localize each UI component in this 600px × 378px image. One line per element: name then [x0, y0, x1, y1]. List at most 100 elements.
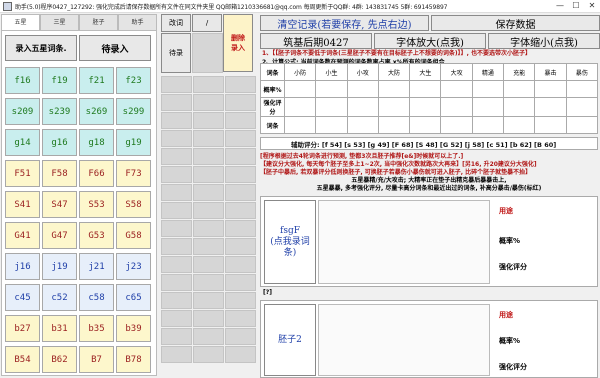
stat-button[interactable]: g14 [5, 129, 40, 156]
stat-button[interactable]: F66 [79, 160, 114, 187]
stat-button[interactable]: b39 [116, 315, 151, 342]
empty-slot[interactable] [225, 94, 256, 111]
stat-button[interactable]: j19 [42, 253, 77, 280]
empty-slot[interactable] [193, 94, 224, 111]
stat-button[interactable]: f23 [116, 67, 151, 94]
tab-three-star[interactable]: 三星 [40, 14, 79, 30]
stat-button[interactable]: s269 [79, 98, 114, 125]
empty-slot[interactable] [225, 256, 256, 273]
empty-slot[interactable] [225, 292, 256, 309]
stat-button[interactable]: g19 [116, 129, 151, 156]
stat-button[interactable]: g16 [42, 129, 77, 156]
stat-button[interactable]: G47 [42, 222, 77, 249]
empty-slot[interactable] [161, 292, 192, 309]
empty-slot[interactable] [193, 238, 224, 255]
stat-button[interactable]: b27 [5, 315, 40, 342]
empty-slot[interactable] [225, 238, 256, 255]
empty-slot[interactable] [193, 220, 224, 237]
empty-slot[interactable] [161, 346, 192, 363]
slash-button[interactable]: / [192, 14, 222, 32]
stat-button[interactable]: j21 [79, 253, 114, 280]
empty-slot[interactable] [161, 76, 192, 93]
empty-slot[interactable] [193, 184, 224, 201]
empty-slot[interactable] [192, 33, 223, 73]
empty-slot[interactable] [161, 112, 192, 129]
stat-button[interactable]: f19 [42, 67, 77, 94]
stat-button[interactable]: B54 [5, 346, 40, 373]
empty-slot[interactable] [225, 220, 256, 237]
stat-button[interactable]: S41 [5, 191, 40, 218]
empty-slot[interactable] [161, 130, 192, 147]
empty-slot[interactable] [161, 94, 192, 111]
clear-records-button[interactable]: 清空记录(若要保存, 先点右边) [260, 15, 429, 31]
stat-button[interactable]: b35 [79, 315, 114, 342]
stat-button[interactable]: F73 [116, 160, 151, 187]
empty-slot[interactable] [225, 76, 256, 93]
zoom-in-button[interactable]: 字体放大(点我) [374, 33, 486, 49]
stat-button[interactable]: G53 [79, 222, 114, 249]
stat-button[interactable]: c52 [42, 284, 77, 311]
empty-slot[interactable] [193, 274, 224, 291]
stat-button[interactable]: S58 [116, 191, 151, 218]
empty-slot[interactable] [161, 148, 192, 165]
empty-slot[interactable] [193, 166, 224, 183]
empty-slot[interactable] [161, 310, 192, 327]
stat-button[interactable]: c58 [79, 284, 114, 311]
empty-slot[interactable] [225, 274, 256, 291]
stat-button[interactable]: c65 [116, 284, 151, 311]
stat-button[interactable]: F51 [5, 160, 40, 187]
empty-slot[interactable] [193, 130, 224, 147]
empty-slot[interactable] [161, 220, 192, 237]
stat-button[interactable]: c45 [5, 284, 40, 311]
empty-slot[interactable] [161, 202, 192, 219]
stat-button[interactable]: s299 [116, 98, 151, 125]
stat-button[interactable]: B62 [42, 346, 77, 373]
stat-button[interactable]: f21 [79, 67, 114, 94]
empty-slot[interactable] [193, 310, 224, 327]
tab-assistant[interactable]: 助手 [118, 14, 157, 30]
empty-slot[interactable] [225, 202, 256, 219]
pending-button[interactable]: 待录 [161, 33, 191, 73]
empty-slot[interactable] [225, 310, 256, 327]
stat-button[interactable]: G58 [116, 222, 151, 249]
empty-slot[interactable] [193, 202, 224, 219]
empty-slot[interactable] [161, 274, 192, 291]
stat-button[interactable]: B7 [79, 346, 114, 373]
empty-slot[interactable] [161, 328, 192, 345]
empty-slot[interactable] [193, 346, 224, 363]
empty-slot[interactable] [225, 148, 256, 165]
delete-entry-button[interactable]: 删除 录入 [223, 14, 253, 72]
pending-entry-button[interactable]: 待录入 [79, 35, 151, 61]
empty-slot[interactable] [225, 112, 256, 129]
stat-button[interactable]: G41 [5, 222, 40, 249]
empty-slot[interactable] [161, 166, 192, 183]
close-button[interactable]: ✕ [584, 0, 600, 12]
stat-button[interactable]: F58 [42, 160, 77, 187]
stat-button[interactable]: S47 [42, 191, 77, 218]
empty-slot[interactable] [225, 166, 256, 183]
empty-slot[interactable] [161, 184, 192, 201]
tab-five-star[interactable]: 五星 [1, 14, 40, 31]
maximize-button[interactable]: ☐ [568, 0, 584, 12]
empty-slot[interactable] [193, 256, 224, 273]
stat-button[interactable]: s239 [42, 98, 77, 125]
zoom-out-button[interactable]: 字体缩小(点我) [488, 33, 600, 49]
empty-slot[interactable] [161, 256, 192, 273]
empty-slot[interactable] [225, 130, 256, 147]
stat-button[interactable]: j16 [5, 253, 40, 280]
stat-button[interactable]: f16 [5, 67, 40, 94]
empty-slot[interactable] [225, 328, 256, 345]
embryo-1-entry-button[interactable]: fsgF (点我录词条) [264, 200, 316, 284]
minimize-button[interactable]: — [552, 0, 568, 12]
stat-button[interactable]: B78 [116, 346, 151, 373]
stat-button[interactable]: b31 [42, 315, 77, 342]
empty-slot[interactable] [161, 238, 192, 255]
empty-slot[interactable] [225, 184, 256, 201]
empty-slot[interactable] [193, 328, 224, 345]
modify-button[interactable]: 改词 [161, 14, 191, 32]
build-stage-button[interactable]: 筑基后期0427 [260, 33, 372, 49]
stat-button[interactable]: S53 [79, 191, 114, 218]
empty-slot[interactable] [193, 76, 224, 93]
stat-button[interactable]: g18 [79, 129, 114, 156]
empty-slot[interactable] [225, 346, 256, 363]
